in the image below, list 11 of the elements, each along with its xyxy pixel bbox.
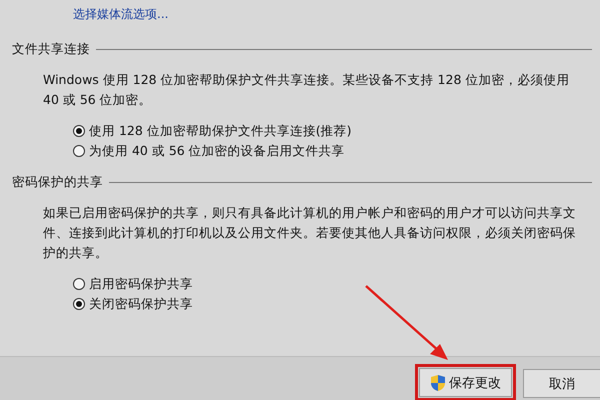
media-streaming-link[interactable]: 选择媒体流选项... (73, 6, 168, 23)
cancel-button[interactable]: 取消 (523, 369, 600, 398)
save-button[interactable]: 保存更改 (419, 368, 512, 397)
radio-option[interactable]: 使用 128 位加密帮助保护文件共享连接(推荐) (73, 122, 352, 140)
radio-option[interactable]: 关闭密码保护共享 (73, 295, 193, 313)
radio-option[interactable]: 为使用 40 或 56 位加密的设备启用文件共享 (73, 142, 345, 160)
section-title: 文件共享连接 (12, 41, 90, 58)
section-description: 如果已启用密码保护的共享，则只有具备此计算机的用户帐户和密码的用户才可以访问共享文件、连接到此计算机的打印机以及公用文件夹。若要使其他人具备访问权限，必须关闭密码保护的共享。 (43, 204, 577, 262)
section-description: Windows 使用 128 位加密帮助保护文件共享连接。某些设备不支持 128 位加密，必须使用 40 或 56 位加密。 (43, 71, 570, 109)
section-title: 密码保护的共享 (12, 174, 103, 191)
radio-option[interactable]: 启用密码保护共享 (73, 275, 193, 293)
